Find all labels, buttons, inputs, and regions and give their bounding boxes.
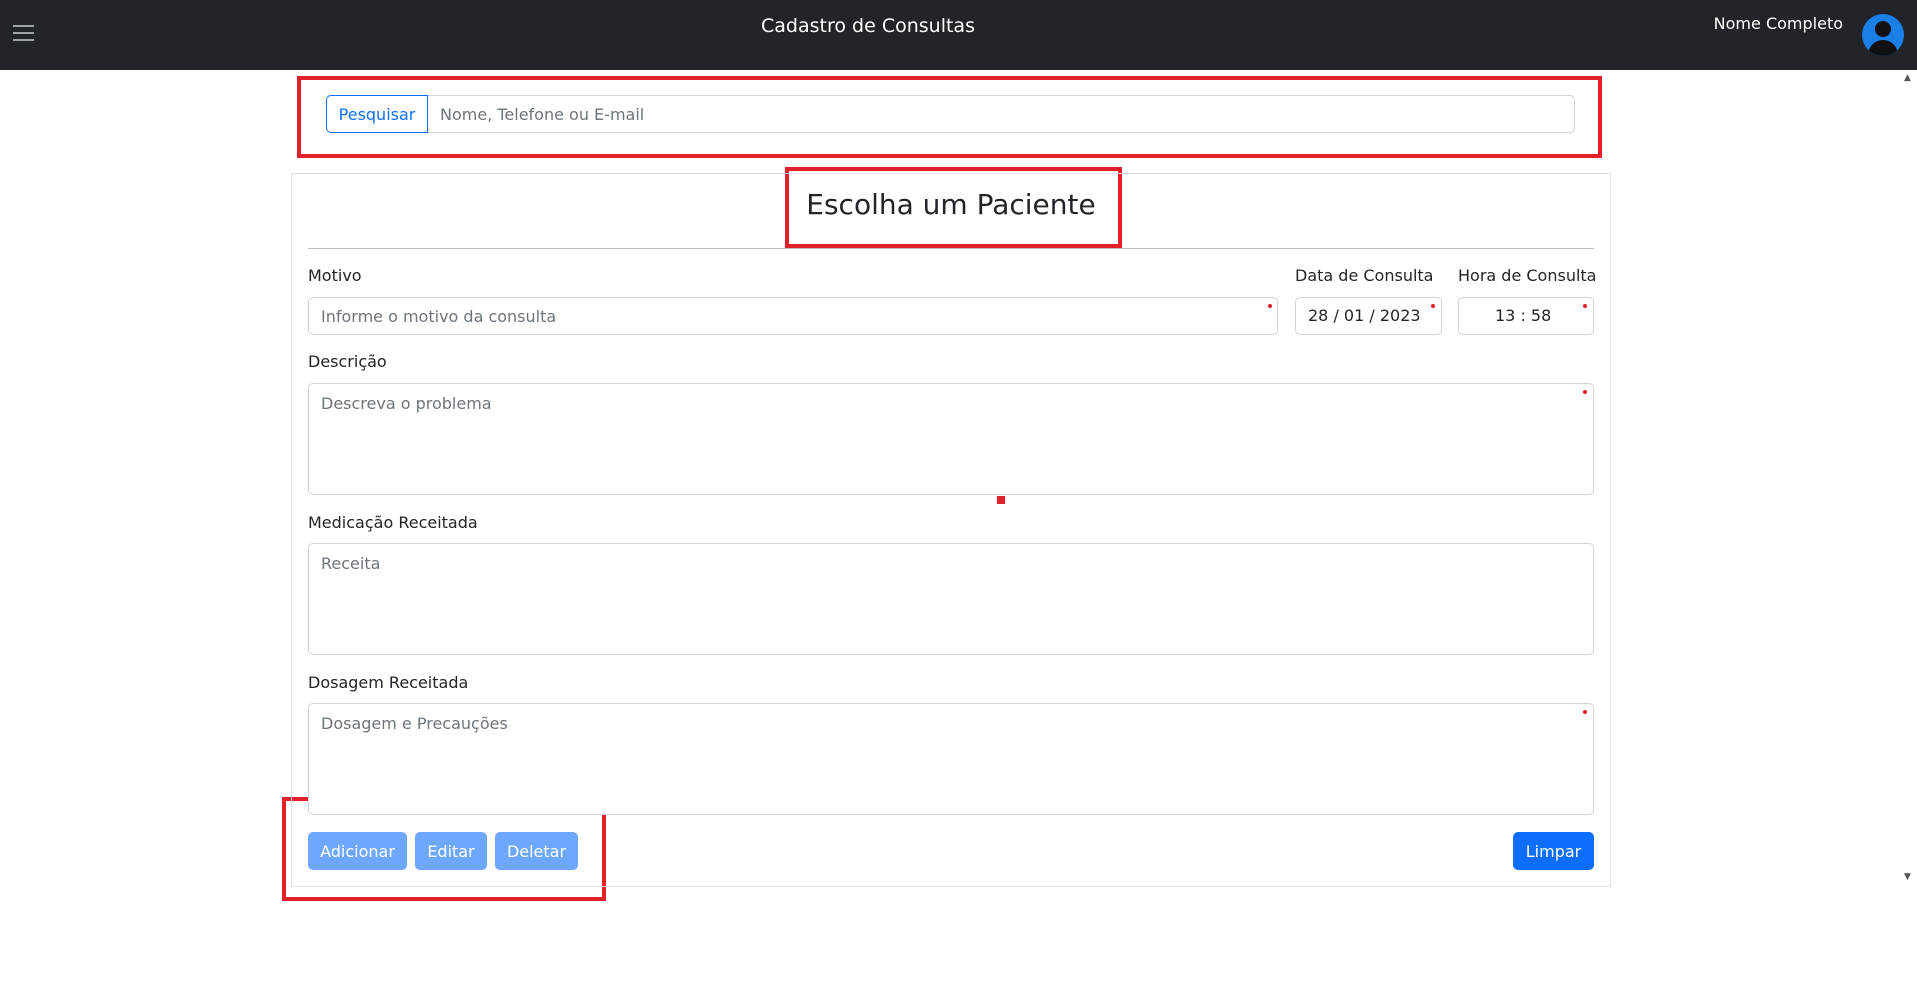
data-consulta-input[interactable]: 28 / 01 / 2023	[1295, 297, 1442, 335]
add-button[interactable]: Adicionar	[308, 832, 407, 870]
descricao-label: Descrição	[308, 352, 387, 371]
required-indicator	[1583, 710, 1587, 714]
medicacao-label: Medicação Receitada	[308, 513, 478, 532]
top-navbar: Cadastro de Consultas Nome Completo	[0, 0, 1917, 70]
descricao-textarea[interactable]	[308, 383, 1594, 495]
scroll-down-arrow-icon[interactable]: ▼	[1904, 872, 1911, 882]
search-button[interactable]: Pesquisar	[326, 95, 428, 133]
user-circle-icon[interactable]	[1862, 14, 1904, 56]
delete-button[interactable]: Deletar	[495, 832, 578, 870]
hora-consulta-input[interactable]: 13 : 58	[1458, 297, 1594, 335]
dosagem-textarea[interactable]	[308, 703, 1594, 815]
data-consulta-label: Data de Consulta	[1295, 266, 1434, 285]
search-input[interactable]	[428, 95, 1575, 133]
search-group: Pesquisar	[326, 95, 1575, 133]
dosagem-label: Dosagem Receitada	[308, 673, 469, 692]
required-indicator	[1431, 304, 1435, 308]
motivo-input[interactable]	[308, 297, 1278, 335]
medicacao-textarea[interactable]	[308, 543, 1594, 655]
scrollbar[interactable]: ▲ ▼	[1900, 70, 1917, 885]
form-title: Escolha um Paciente	[806, 188, 1096, 221]
motivo-label: Motivo	[308, 266, 362, 285]
scroll-up-arrow-icon[interactable]: ▲	[1904, 73, 1911, 83]
hora-consulta-label: Hora de Consulta	[1458, 266, 1597, 285]
title-divider	[308, 248, 1594, 249]
edit-button[interactable]: Editar	[415, 832, 487, 870]
required-indicator	[1268, 304, 1272, 308]
required-indicator	[1583, 304, 1587, 308]
user-name[interactable]: Nome Completo	[1714, 14, 1843, 33]
required-indicator	[1583, 390, 1587, 394]
clear-button[interactable]: Limpar	[1513, 832, 1594, 870]
page-title: Cadastro de Consultas	[761, 15, 975, 37]
